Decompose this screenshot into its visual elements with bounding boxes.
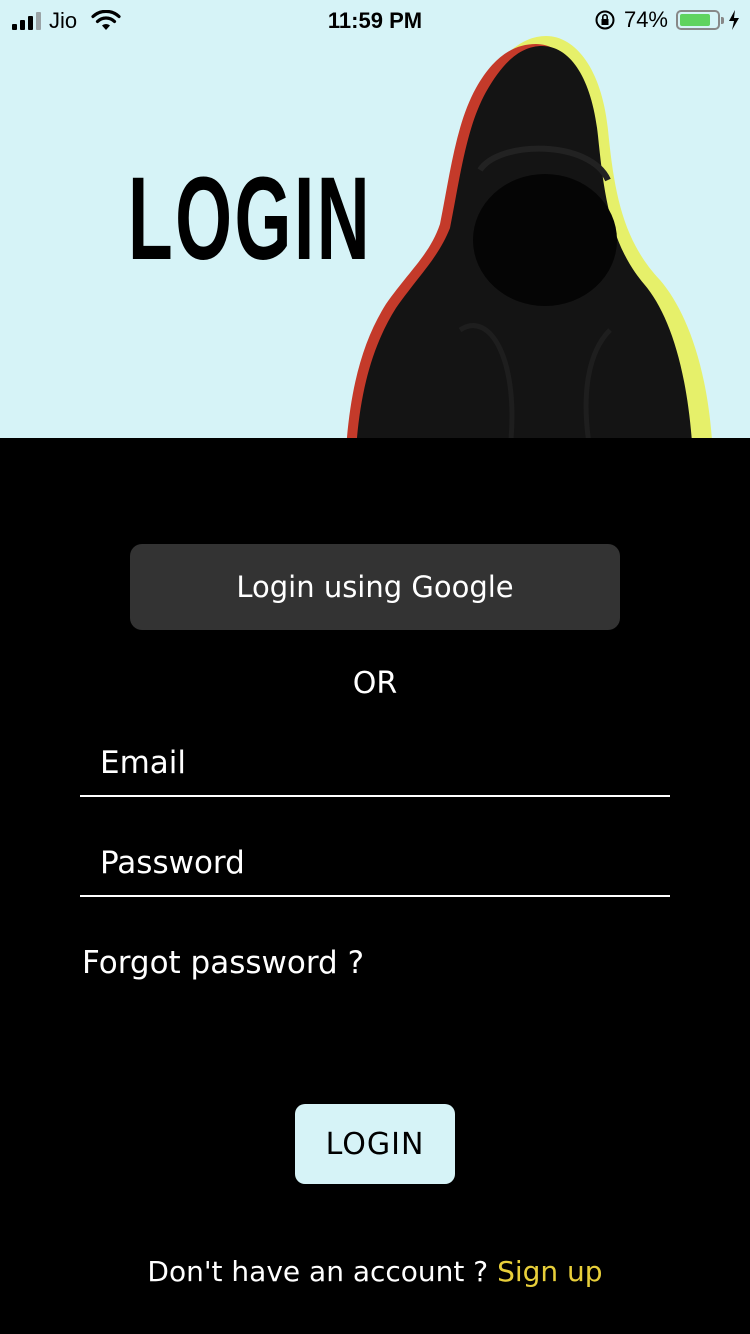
charging-bolt-icon xyxy=(729,10,739,30)
password-input[interactable] xyxy=(100,833,660,893)
status-bar: Jio 11:59 PM 74% xyxy=(0,0,750,40)
battery-icon xyxy=(676,10,724,30)
email-field xyxy=(80,733,670,797)
hooded-figure-image xyxy=(346,36,712,438)
login-button[interactable]: LOGIN xyxy=(295,1104,455,1184)
page-title: LOGIN xyxy=(128,153,373,285)
or-separator: OR xyxy=(352,666,398,701)
password-field xyxy=(80,833,670,897)
battery-percent: 74% xyxy=(623,7,668,32)
email-input[interactable] xyxy=(100,733,660,793)
orientation-lock-icon xyxy=(595,10,615,30)
signup-prompt-text: Don't have an account ? xyxy=(147,1255,489,1288)
signup-prompt-row: Don't have an account ? Sign up xyxy=(0,1255,750,1288)
forgot-password-link[interactable]: Forgot password ? xyxy=(82,945,364,981)
hero-banner: Jio 11:59 PM 74% LOGIN xyxy=(0,0,750,438)
signup-link[interactable]: Sign up xyxy=(497,1255,603,1288)
login-with-google-button[interactable]: Login using Google xyxy=(130,544,620,630)
status-right: 74% xyxy=(594,7,740,33)
